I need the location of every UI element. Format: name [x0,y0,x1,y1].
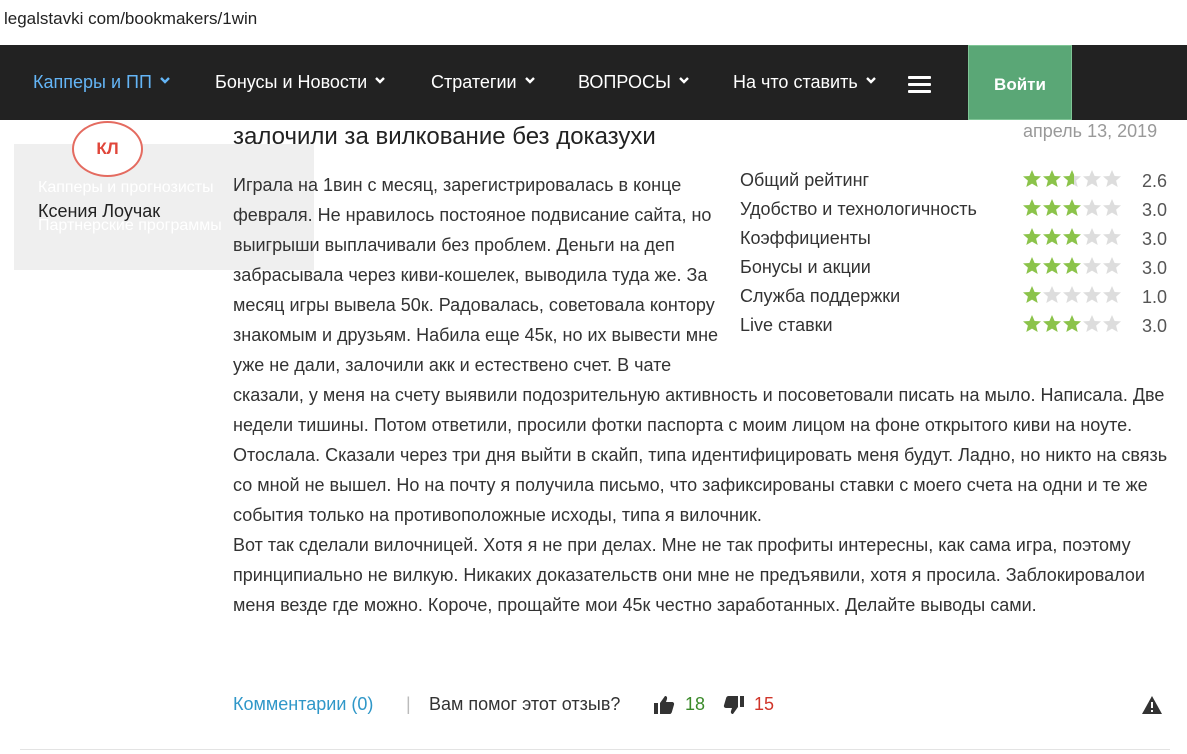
thumbs-up-icon[interactable] [653,695,675,720]
review-date: апрель 13, 2019 [1023,121,1158,141]
helpful-question: Вам помог этот отзыв? [429,694,621,714]
hamburger-icon[interactable] [908,76,931,94]
nav-item-label: На что ставить [733,72,858,92]
url-text[interactable]: legalstavki com/bookmakers/1win [4,9,257,29]
review-title: залочили за вилкование без доказухи [233,123,656,150]
warning-icon[interactable] [1141,695,1163,720]
comments-link[interactable]: Комментарии (0) [233,694,373,715]
ghost-menu-item: Капперы и прогнозисты [38,179,214,196]
main-nav: Капперы и ПП Бонусы и Новости Стратегии … [0,45,1187,120]
nav-item-questions[interactable]: ВОПРОСЫ [578,72,690,93]
divider: | [406,694,411,714]
chevron-down-icon [679,77,689,84]
nav-item-bonuses[interactable]: Бонусы и Новости [215,72,386,93]
nav-item-label: Капперы и ПП [33,72,152,92]
browser-url-bar[interactable]: legalstavki com/bookmakers/1win [0,0,1187,45]
divider [20,749,1170,750]
chevron-down-icon [375,77,386,84]
nav-item-label: ВОПРОСЫ [578,72,671,92]
thumbs-down-icon[interactable] [723,695,745,720]
avatar: КЛ [72,121,143,177]
review-body: Играла на 1вин с месяц, зарегистрировала… [233,170,1173,620]
ratings-spacer [723,170,1173,370]
dislikes-count: 15 [754,694,775,714]
nav-item-label: Бонусы и Новости [215,72,368,92]
review-paragraph: Вот так сделали вилочницей. Хотя я не пр… [233,535,1145,615]
chevron-down-icon [865,77,876,84]
login-button[interactable]: Войти [968,45,1072,120]
chevron-down-icon [524,77,535,84]
nav-item-label: Стратегии [431,72,517,92]
likes-count: 18 [685,694,706,714]
nav-item-strategies[interactable]: Стратегии [431,72,536,93]
nav-item-what-to-bet[interactable]: На что ставить [733,72,877,93]
chevron-down-icon [160,77,170,84]
author-name: Ксения Лоучак [38,201,161,221]
nav-item-tipsters[interactable]: Капперы и ПП [33,72,171,93]
review-footer: Комментарии (0) | Вам помог этот отзыв? … [233,693,1173,721]
